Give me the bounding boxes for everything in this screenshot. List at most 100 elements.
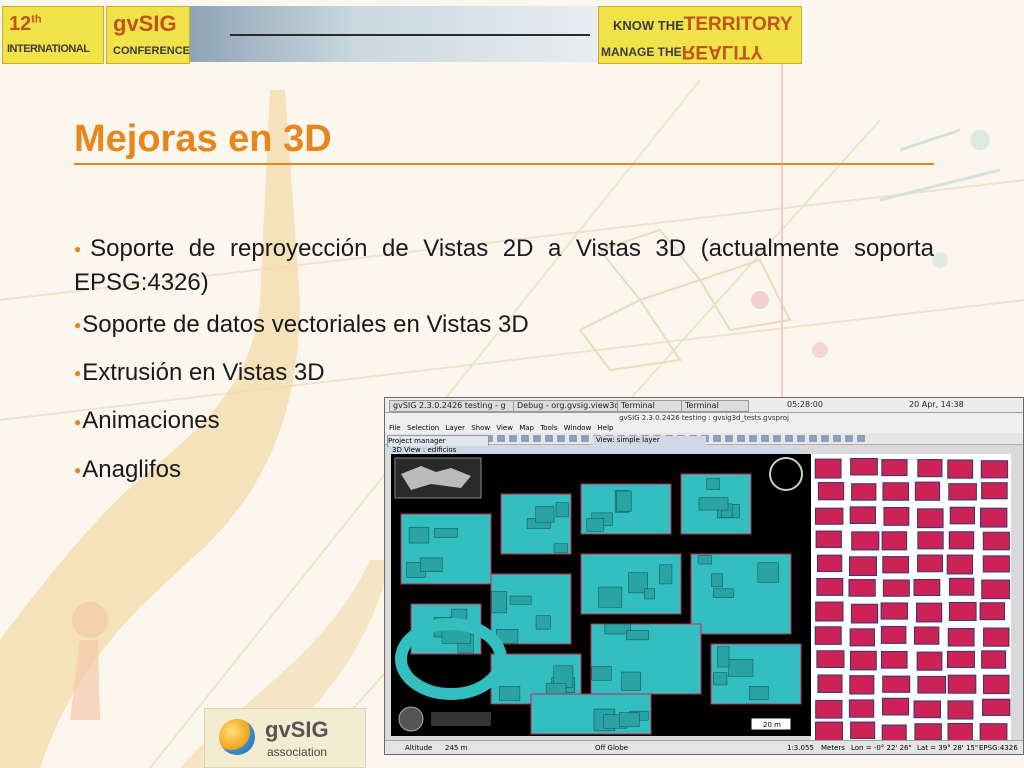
toolbar-button[interactable] xyxy=(821,435,829,442)
map-block xyxy=(882,579,910,597)
desktop-taskbar: gvSIG 2.3.0.2426 testing - g Debug - org… xyxy=(385,398,1023,413)
map-block xyxy=(982,531,1010,551)
toolbar-button[interactable] xyxy=(497,435,505,442)
map-block xyxy=(882,697,910,716)
bullet-text: Animaciones xyxy=(82,407,220,435)
taskbar-item[interactable]: Terminal xyxy=(681,400,749,412)
banner-line xyxy=(230,34,590,36)
menu-window[interactable]: Window xyxy=(564,424,592,432)
view2d-window-title[interactable]: View: simple layer xyxy=(593,436,706,445)
taskbar-item[interactable]: gvSIG 2.3.0.2426 testing - g xyxy=(389,400,517,412)
building-face xyxy=(706,478,720,490)
menu-selection[interactable]: Selection xyxy=(407,424,439,432)
map-block xyxy=(947,700,974,720)
status-units: Meters xyxy=(821,744,845,752)
map-block xyxy=(882,556,910,574)
toolbar-button[interactable] xyxy=(545,435,553,442)
taskbar-item[interactable]: Debug - org.gvsig.view3d.s... xyxy=(513,400,621,412)
map-block xyxy=(882,482,910,501)
toolbar-button[interactable] xyxy=(737,435,745,442)
taskbar-clock-left: 05:28:00 xyxy=(787,400,823,409)
map-block xyxy=(948,531,975,550)
map-block xyxy=(849,556,878,577)
building-face xyxy=(713,672,728,686)
navigation-control-icon[interactable] xyxy=(398,706,424,732)
menu-layer[interactable]: Layer xyxy=(445,424,465,432)
banner-stripe xyxy=(190,6,600,62)
conference-banner: 12th INTERNATIONAL gvSIG CONFERENCE KNOW… xyxy=(0,0,802,66)
map-block xyxy=(914,481,941,501)
map-block xyxy=(949,506,976,525)
map-block xyxy=(916,602,943,623)
map-block xyxy=(849,675,875,695)
toolbar-button[interactable] xyxy=(809,435,817,442)
toolbar-button[interactable] xyxy=(557,435,565,442)
toolbar-button[interactable] xyxy=(857,435,865,442)
taskbar-clock-right: 20 Apr, 14:38 xyxy=(909,400,964,409)
toolbar-button[interactable] xyxy=(569,435,577,442)
toolbar-button[interactable] xyxy=(509,435,517,442)
toolbar-button[interactable] xyxy=(761,435,769,442)
map-block xyxy=(880,650,908,669)
toolbar-button[interactable] xyxy=(797,435,805,442)
status-epsg: EPSG:4326 xyxy=(979,744,1018,752)
motto-line2-word: REALITY xyxy=(681,41,763,62)
toolbar-button[interactable] xyxy=(725,435,733,442)
status-globe: Off Globe xyxy=(595,744,628,752)
menu-help[interactable]: Help xyxy=(598,424,614,432)
toolbar-button[interactable] xyxy=(581,435,589,442)
bullet-dot-icon: ● xyxy=(74,242,90,257)
menu-map[interactable]: Map xyxy=(519,424,534,432)
edition-number: 12 xyxy=(9,13,32,35)
map-block xyxy=(983,627,1010,647)
building-face xyxy=(659,564,673,585)
toolbar-button[interactable] xyxy=(533,435,541,442)
building-face xyxy=(491,591,508,614)
map-block xyxy=(982,674,1010,695)
map-block xyxy=(850,603,879,624)
building-face xyxy=(598,586,623,608)
menu-show[interactable]: Show xyxy=(471,424,490,432)
toolbar-button[interactable] xyxy=(845,435,853,442)
map-block xyxy=(816,650,845,669)
building-face xyxy=(697,555,712,565)
map-block xyxy=(948,483,977,501)
map-block xyxy=(980,460,1009,479)
toolbar-button[interactable] xyxy=(749,435,757,442)
status-altitude-value: 245 m xyxy=(445,744,468,752)
bullet-item: ●Soporte de datos vectoriales en Vistas … xyxy=(74,308,934,342)
navigation-buttons[interactable] xyxy=(431,712,491,726)
map-block xyxy=(916,651,943,671)
map-block xyxy=(947,627,975,647)
building-face xyxy=(626,630,650,641)
toolbar-button[interactable] xyxy=(773,435,781,442)
taskbar-item[interactable]: Terminal xyxy=(617,400,685,412)
gvsig-association-logo: gvSIG association xyxy=(204,708,366,768)
view2d-canvas[interactable] xyxy=(811,454,1011,740)
map-block xyxy=(883,506,910,526)
building-face xyxy=(717,646,730,668)
toolbar-button[interactable] xyxy=(833,435,841,442)
association-subtitle: association xyxy=(267,745,328,759)
toolbar-button[interactable] xyxy=(713,435,721,442)
building-face xyxy=(728,659,754,677)
menu-view[interactable]: View xyxy=(496,424,513,432)
bullet-dot-icon: ● xyxy=(74,462,82,477)
map-block xyxy=(815,507,844,525)
map-block xyxy=(815,530,842,549)
app-window-title: gvSIG 2.3.0.2426 testing : gvsig3d_tests… xyxy=(385,413,1023,423)
view3d-canvas[interactable]: 20 m xyxy=(391,454,811,736)
motto-box: KNOW THETERRITORY MANAGE THEREALITY xyxy=(598,6,802,64)
menu-tools[interactable]: Tools xyxy=(540,424,557,432)
toolbar-button[interactable] xyxy=(785,435,793,442)
map-block xyxy=(815,601,844,622)
toolbar-button[interactable] xyxy=(521,435,529,442)
building-face xyxy=(434,528,458,538)
map-block xyxy=(850,457,878,476)
status-scale: 1:3.055 xyxy=(787,744,814,752)
building-face xyxy=(621,671,642,691)
status-lat: Lat = 39° 28' 15" xyxy=(917,744,979,752)
motto-line1-prefix: KNOW THE xyxy=(613,18,684,33)
menu-file[interactable]: File xyxy=(389,424,401,432)
view3d-window-title[interactable]: 3D View : edificios xyxy=(389,446,798,454)
